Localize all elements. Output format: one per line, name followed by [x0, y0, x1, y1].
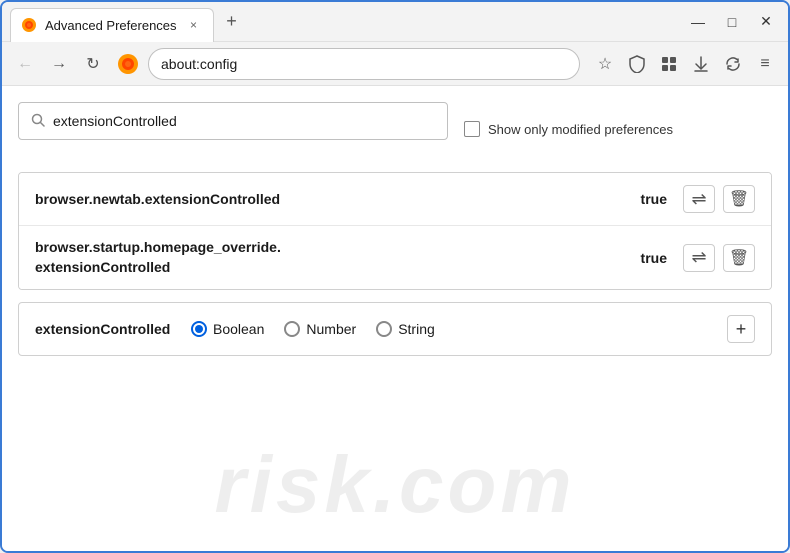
row-actions: ⇌ 🗑 [683, 185, 755, 213]
nav-icons: ☆ [590, 49, 780, 79]
tab-favicon [21, 17, 37, 33]
radio-circle-number [284, 321, 300, 337]
page-content: risk.com extensionControlled Show only m… [2, 86, 788, 551]
search-options: Show only modified preferences [464, 121, 673, 137]
table-row[interactable]: browser.startup.homepage_override. exten… [19, 226, 771, 289]
transfer-icon: ⇌ [691, 247, 706, 268]
pref-name: browser.startup.homepage_override. exten… [35, 238, 641, 277]
pref-value: true [641, 250, 667, 266]
radio-group: Boolean Number String [191, 321, 435, 337]
checkbox-box[interactable] [464, 121, 480, 137]
add-pref-name: extensionControlled [35, 321, 175, 337]
extension-button[interactable] [654, 49, 684, 79]
sync-icon [724, 55, 742, 73]
close-button[interactable]: ✕ [752, 8, 780, 36]
toggle-button[interactable]: ⇌ [683, 185, 715, 213]
active-tab[interactable]: Advanced Preferences × [10, 8, 214, 42]
firefox-logo [116, 52, 140, 76]
pref-name-line1: browser.startup.homepage_override. [35, 239, 281, 255]
menu-button[interactable]: ≡ [750, 49, 780, 79]
add-pref-row: extensionControlled Boolean Number Strin… [18, 302, 772, 356]
pref-name-line2: extensionControlled [35, 259, 170, 275]
forward-button[interactable]: → [44, 49, 74, 79]
back-button[interactable]: ← [10, 49, 40, 79]
radio-label-number: Number [306, 321, 356, 337]
delete-icon: 🗑 [729, 248, 749, 268]
transfer-icon: ⇌ [691, 189, 706, 210]
title-bar: Advanced Preferences × + — □ ✕ [2, 2, 788, 42]
delete-button[interactable]: 🗑 [723, 185, 755, 213]
tab-close-button[interactable]: × [185, 16, 203, 34]
results-table: browser.newtab.extensionControlled true … [18, 172, 772, 290]
restore-button[interactable]: □ [718, 8, 746, 36]
radio-label-boolean: Boolean [213, 321, 264, 337]
extension-icon [660, 55, 678, 73]
radio-circle-string [376, 321, 392, 337]
reload-button[interactable]: ↻ [78, 49, 108, 79]
search-bar[interactable]: extensionControlled [18, 102, 448, 140]
minimize-button[interactable]: — [684, 8, 712, 36]
show-modified-label: Show only modified preferences [488, 122, 673, 137]
address-text: about:config [161, 56, 237, 72]
radio-label-string: String [398, 321, 435, 337]
table-row[interactable]: browser.newtab.extensionControlled true … [19, 173, 771, 226]
delete-icon: 🗑 [729, 189, 749, 209]
downloads-button[interactable] [686, 49, 716, 79]
new-tab-button[interactable]: + [218, 8, 246, 36]
show-modified-checkbox[interactable]: Show only modified preferences [464, 121, 673, 137]
bookmark-button[interactable]: ☆ [590, 49, 620, 79]
browser-window: Advanced Preferences × + — □ ✕ ← → ↻ abo… [0, 0, 790, 553]
radio-circle-boolean [191, 321, 207, 337]
shield-button[interactable] [622, 49, 652, 79]
downloads-icon [692, 55, 710, 73]
search-icon [31, 113, 45, 130]
shield-icon [628, 55, 646, 73]
tab-title: Advanced Preferences [45, 18, 177, 33]
search-value: extensionControlled [53, 113, 435, 129]
row-actions: ⇌ 🗑 [683, 244, 755, 272]
delete-button[interactable]: 🗑 [723, 244, 755, 272]
pref-name: browser.newtab.extensionControlled [35, 191, 641, 207]
radio-string[interactable]: String [376, 321, 435, 337]
pref-value: true [641, 191, 667, 207]
address-bar[interactable]: about:config [148, 48, 580, 80]
radio-boolean[interactable]: Boolean [191, 321, 264, 337]
top-controls: extensionControlled Show only modified p… [18, 102, 772, 156]
sync-button[interactable] [718, 49, 748, 79]
window-controls: — □ ✕ [684, 8, 780, 36]
watermark: risk.com [214, 439, 575, 531]
toggle-button[interactable]: ⇌ [683, 244, 715, 272]
add-pref-button[interactable]: + [727, 315, 755, 343]
nav-bar: ← → ↻ about:config ☆ [2, 42, 788, 86]
radio-number[interactable]: Number [284, 321, 356, 337]
tab-area: Advanced Preferences × + [10, 2, 684, 41]
